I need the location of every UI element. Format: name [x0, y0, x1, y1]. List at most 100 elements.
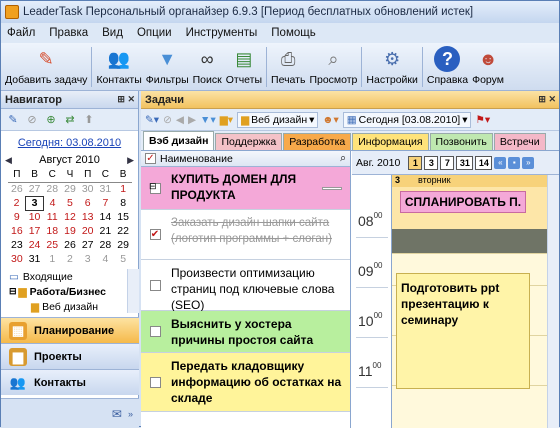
edit-task-icon[interactable]: ✎▾	[145, 114, 159, 126]
menu-tools[interactable]: Инструменты	[186, 27, 258, 39]
task-row[interactable]: Произвести оптимизацию страниц под ключе…	[141, 260, 350, 312]
tree-scrollbar[interactable]	[127, 269, 139, 313]
section-contacts[interactable]: 👥 Контакты	[1, 369, 139, 395]
forum-button[interactable]: ☻ Форум	[472, 43, 504, 87]
add-folder-icon[interactable]: ⊕	[43, 112, 59, 128]
calendar-day[interactable]: 27	[26, 182, 44, 196]
view-31-day-button[interactable]: 31	[456, 155, 474, 170]
folder-icon[interactable]: ▆▾	[220, 114, 233, 126]
calendar-day[interactable]: 27	[79, 238, 97, 252]
pin-icon[interactable]: ⊞ ✕	[538, 94, 556, 105]
calendar-day[interactable]: 30	[8, 252, 26, 266]
tree-item-inbox[interactable]: ▭ Входящие	[1, 269, 127, 284]
tree-item-work[interactable]: ⊟ ▆ Работа/Бизнес	[1, 284, 127, 299]
search-button[interactable]: ∞ Поиск	[193, 43, 222, 87]
tab-information[interactable]: Информация	[352, 133, 429, 150]
print-button[interactable]: ⎙ Печать	[271, 43, 305, 87]
calendar-day[interactable]: 31	[97, 182, 115, 196]
all-day-task[interactable]: СПЛАНИРОВАТЬ П.	[400, 191, 526, 213]
reports-button[interactable]: ▤ Отчеты	[226, 43, 262, 87]
calendar-day[interactable]: 28	[97, 238, 115, 252]
forward-icon[interactable]: ▶	[188, 114, 196, 126]
today-link[interactable]: Сегодня: 03.08.2010	[1, 137, 138, 149]
edit-icon[interactable]: ✎	[5, 112, 21, 128]
calendar-day[interactable]: 2	[8, 196, 26, 210]
project-filter-dropdown[interactable]: ▆ Веб дизайн ▾	[237, 111, 319, 128]
delete-icon[interactable]: ⊘	[24, 112, 40, 128]
date-filter-dropdown[interactable]: ▦ Сегодня [03.08.2010] ▾	[342, 111, 472, 128]
section-planning[interactable]: ▦ Планирование	[1, 317, 139, 343]
view-7-day-button[interactable]: 7	[440, 155, 455, 170]
tab-development[interactable]: Разработка	[283, 133, 352, 150]
view-1-day-button[interactable]: 1	[408, 155, 423, 170]
calendar-day[interactable]: 30	[79, 182, 97, 196]
back-icon[interactable]: ◀	[176, 114, 184, 126]
calendar-scrollbar[interactable]	[547, 175, 559, 428]
calendar-day[interactable]: 22	[114, 224, 132, 238]
task-row[interactable]: Передать кладовщику информацию об остатк…	[141, 353, 350, 412]
calendar-day[interactable]: 6	[79, 196, 97, 210]
preview-button[interactable]: ⌕ Просмотр	[309, 43, 357, 87]
tab-webdesign[interactable]: Вэб дизайн	[143, 131, 215, 150]
calendar-event[interactable]: Подготовить ppt презентацию к семинару	[396, 273, 530, 389]
calendar-day[interactable]: 14	[97, 210, 115, 224]
calendar-day[interactable]: 23	[8, 238, 26, 252]
prev-day-icon[interactable]: «	[494, 156, 507, 169]
calendar-day[interactable]: 28	[43, 182, 61, 196]
task-checkbox[interactable]	[149, 376, 161, 388]
contacts-button[interactable]: 👥 Контакты	[96, 43, 141, 87]
help-button[interactable]: ? Справка	[427, 43, 468, 86]
today-icon[interactable]: ▪	[508, 156, 521, 169]
calendar-day[interactable]: 31	[26, 252, 44, 266]
calendar-day[interactable]: 7	[97, 196, 115, 210]
calendar-day[interactable]: 29	[114, 238, 132, 252]
collapse-icon[interactable]: ⊟	[9, 286, 17, 297]
tab-meetings[interactable]: Встречи	[493, 133, 546, 150]
calendar-day[interactable]: 15	[114, 210, 132, 224]
calendar-day[interactable]: 11	[43, 210, 61, 224]
tree-item-webdesign[interactable]: ▆ Веб дизайн	[1, 299, 127, 313]
calendar-day[interactable]: 20	[79, 224, 97, 238]
user-icon[interactable]: ☻▾	[322, 114, 338, 126]
tab-call[interactable]: Позвонить	[429, 133, 493, 150]
filter-icon[interactable]: ▼▾	[200, 114, 216, 126]
calendar-day[interactable]: 1	[43, 252, 61, 266]
calendar-day[interactable]: 5	[61, 196, 79, 210]
menu-options[interactable]: Опции	[137, 27, 172, 39]
more-icon[interactable]: »	[128, 409, 133, 419]
task-row[interactable]: КУПИТЬ ДОМЕН ДЛЯ ПРОДУКТА ⊟	[141, 167, 350, 210]
pin-icon[interactable]: ⊞ ✕	[117, 94, 135, 105]
calendar-day[interactable]: 4	[97, 252, 115, 266]
calendar-day[interactable]: 21	[97, 224, 115, 238]
section-projects[interactable]: ▆ Проекты	[1, 343, 139, 369]
calendar-day[interactable]: 3	[79, 252, 97, 266]
menu-help[interactable]: Помощь	[271, 27, 315, 39]
menu-file[interactable]: Файл	[7, 27, 35, 39]
menu-edit[interactable]: Правка	[49, 27, 88, 39]
calendar-day[interactable]: 19	[61, 224, 79, 238]
next-day-icon[interactable]: »	[522, 156, 535, 169]
filters-button[interactable]: ▼ Фильтры	[146, 43, 189, 87]
up-arrow-icon[interactable]: ⬆	[81, 112, 97, 128]
calendar-day-selected[interactable]: 3	[25, 195, 44, 211]
task-checkbox[interactable]	[149, 279, 161, 291]
calendar-day[interactable]: 5	[114, 252, 132, 266]
next-month-icon[interactable]: ▶	[122, 155, 134, 166]
move-folder-icon[interactable]: ⇄	[62, 112, 78, 128]
select-all-checkbox[interactable]: ✓	[145, 153, 156, 164]
calendar-day[interactable]: 10	[26, 210, 44, 224]
calendar-day[interactable]: 8	[114, 196, 132, 210]
calendar-day[interactable]: 16	[8, 224, 26, 238]
menu-view[interactable]: Вид	[102, 27, 123, 39]
calendar-day[interactable]: 4	[43, 196, 61, 210]
calendar-day[interactable]: 17	[26, 224, 44, 238]
prev-month-icon[interactable]: ◀	[5, 155, 17, 166]
view-14-day-button[interactable]: 14	[475, 155, 493, 170]
flag-icon[interactable]: ⚑▾	[475, 114, 490, 126]
calendar-day[interactable]: 26	[61, 238, 79, 252]
calendar-day[interactable]: 26	[8, 182, 26, 196]
calendar-day[interactable]: 25	[43, 238, 61, 252]
mail-icon[interactable]: ✉	[112, 407, 122, 421]
task-checkbox-checked[interactable]: ✔	[149, 229, 161, 240]
collapse-icon[interactable]: ⊟	[149, 181, 157, 192]
